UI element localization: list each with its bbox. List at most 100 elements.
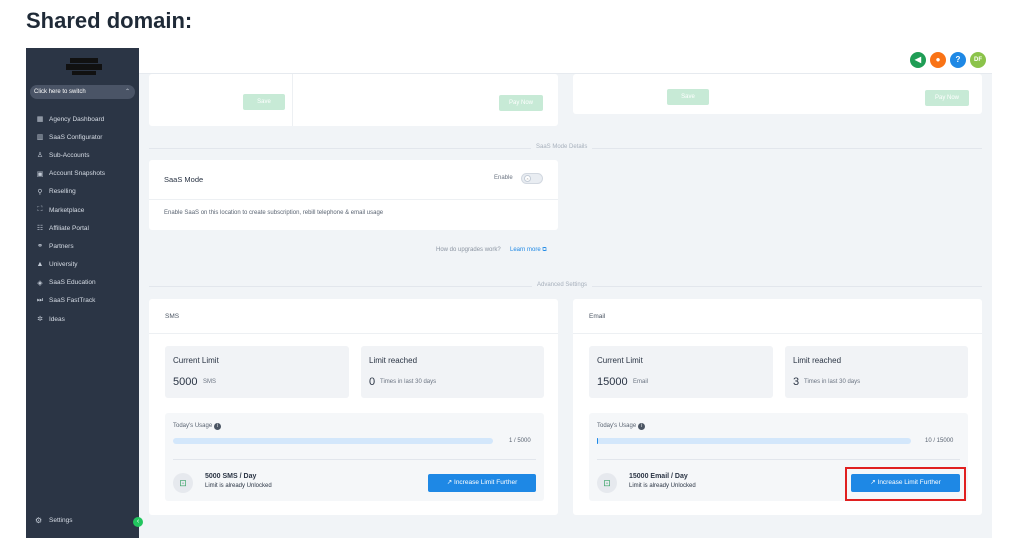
sidebar-item-label: Ideas [49,315,65,323]
pay-now-button-right[interactable]: Pay Now [925,90,969,106]
cap-icon: ▲ [36,261,44,269]
learn-more-label: Learn more [510,247,541,253]
limit-reached-label: Limit reached [793,356,842,365]
sidebar-item-label: Sub-Accounts [49,151,90,159]
sidebar-item-label: Marketplace [49,206,85,214]
email-usage-text: 10 / 15000 [925,438,954,444]
app-frame: Click here to switch ⌃ ▦ Agency Dashboard… [26,48,992,538]
reselling-icon: ⚲ [37,188,43,196]
sms-title: SMS [165,313,180,320]
limit-reached-unit: Times in last 30 days [380,379,437,385]
sidebar-item-label: Reselling [49,188,76,196]
sidebar-item-saas-fasttrack[interactable]: ⏭ SaaS FastTrack [26,292,139,310]
saas-mode-section-label: SaaS Mode Details [531,144,593,150]
todays-usage-label: Today's Usage i [173,423,221,430]
email-per-day: 15000 Email / Day [629,473,688,480]
sidebar-item-settings[interactable]: ⚙ Settings [35,516,73,525]
sidebar-item-label: University [49,261,78,269]
sidebar-collapse-toggle[interactable]: ‹ [133,517,143,527]
sidebar-item-marketplace[interactable]: ⛶ Marketplace [26,201,139,219]
sidebar-item-agency-dashboard[interactable]: ▦ Agency Dashboard [26,110,139,128]
bulb-icon: ✲ [37,316,43,324]
todays-usage-label: Today's Usage i [597,423,645,430]
sidebar-item-saas-education[interactable]: ◈ SaaS Education [26,274,139,292]
info-icon: i [637,423,645,430]
megaphone-icon[interactable]: ◀ [910,52,926,68]
current-limit-unit: SMS [203,379,217,385]
page-heading: Shared domain: [26,8,193,33]
saas-mode-description: Enable SaaS on this location to create s… [164,210,384,216]
sidebar-item-university[interactable]: ▲ University [26,256,139,274]
sidebar-item-label: Account Snapshots [49,170,106,178]
sidebar-item-sub-accounts[interactable]: ♙ Sub-Accounts [26,146,139,164]
sidebar-nav: ▦ Agency Dashboard ▥ SaaS Configurator ♙ Su… [26,110,139,328]
gear-icon: ⚙ [35,516,43,525]
sidebar-item-affiliate-portal[interactable]: ☷ Affiliate Portal [26,219,139,237]
limit-reached-unit: Times in last 30 days [804,379,861,385]
email-limit-reached-box: Limit reached 3 Times in last 30 days [785,346,968,398]
chevron-updown-icon: ⌃ [124,89,130,95]
advanced-settings-label: Advanced Settings [532,282,593,288]
sidebar-item-label: SaaS FastTrack [49,297,96,305]
email-usage-bar [597,438,911,444]
email-title: Email [589,313,606,320]
todays-usage-text: Today's Usage [597,423,637,429]
people-icon: ☷ [36,225,44,233]
email-usage-box: Today's Usage i 10 / 15000 ⊡ 15000 Email… [589,413,968,501]
top-icons: ◀ ● ? DF [910,52,986,68]
sms-usage-bar [173,438,493,444]
building-icon: ▦ [36,116,44,124]
settings-label: Settings [49,517,73,524]
toggle-knob: × [524,175,531,182]
sms-per-day: 5000 SMS / Day [205,473,257,480]
limit-reached-value: 3 [793,376,800,388]
sidebar-item-reselling[interactable]: ⚲ Reselling [26,183,139,201]
cube-icon: ◈ [37,279,43,287]
email-current-limit-box: Current Limit 15000 Email [589,346,773,398]
saas-mode-card: SaaS Mode Enable × Enable SaaS on this l… [149,160,558,230]
sms-usage-box: Today's Usage i 1 / 5000 ⊡ 5000 SMS / Da… [165,413,544,501]
current-limit-value: 5000 [173,376,198,388]
snapshot-icon: ▣ [36,170,44,178]
email-card: Email Current Limit 15000 Email Limit re… [573,299,982,515]
sidebar-item-label: SaaS Education [49,279,96,287]
sms-current-limit-box: Current Limit 5000 SMS [165,346,349,398]
top-card-right: Save Pay Now [573,74,982,114]
sidebar-item-ideas[interactable]: ✲ Ideas [26,310,139,328]
external-link-icon: ⧉ [542,247,547,253]
sidebar-item-saas-configurator[interactable]: ▥ SaaS Configurator [26,128,139,146]
top-card-left: Save Pay Now [149,74,558,126]
upgrade-question: How do upgrades work? [436,247,501,253]
sms-card: SMS Current Limit 5000 SMS Limit reached… [149,299,558,515]
top-bar: ◀ ● ? DF [139,48,992,74]
bag-icon: ⛶ [37,206,43,214]
todays-usage-text: Today's Usage [173,423,213,429]
current-limit-label: Current Limit [173,356,219,365]
sidebar-item-label: Partners [49,242,74,250]
unlock-icon: ⊡ [597,473,617,493]
sidebar-item-label: Affiliate Portal [49,224,89,232]
help-icon[interactable]: ? [950,52,966,68]
avatar[interactable]: DF [970,52,986,68]
unlock-icon: ⊡ [173,473,193,493]
sidebar-item-account-snapshots[interactable]: ▣ Account Snapshots [26,165,139,183]
sidebar-item-label: Agency Dashboard [49,115,105,123]
save-button-right[interactable]: Save [667,89,709,105]
current-limit-value: 15000 [597,376,628,388]
sms-increase-limit-label: Increase Limit Further [454,479,518,486]
account-switcher[interactable]: Click here to switch ⌃ [30,85,135,99]
sms-increase-limit-button[interactable]: ↗ Increase Limit Further [428,474,536,492]
current-limit-unit: Email [633,379,649,385]
sms-unlocked-text: Limit is already Unlocked [205,483,272,489]
saas-mode-title: SaaS Mode [164,175,204,184]
learn-more-link[interactable]: Learn more ⧉ [510,247,547,254]
saas-mode-toggle[interactable]: × [521,173,543,184]
current-limit-label: Current Limit [597,356,643,365]
sidebar-item-partners[interactable]: ⚭ Partners [26,237,139,255]
trend-up-icon: ↗ [446,479,453,486]
chart-icon: ▥ [36,134,44,142]
pay-now-button-left[interactable]: Pay Now [499,95,543,111]
info-icon: i [213,423,221,430]
save-button-left[interactable]: Save [243,94,285,110]
bell-icon[interactable]: ● [930,52,946,68]
